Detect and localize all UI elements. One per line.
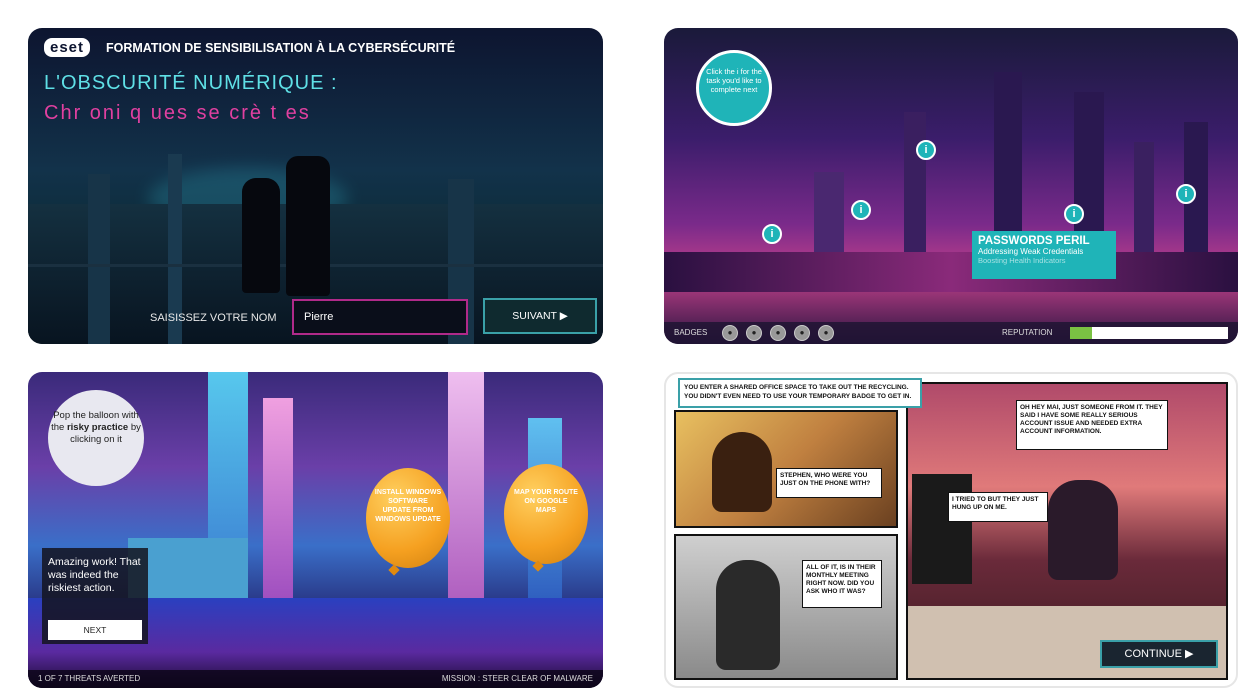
badges-label: BADGES bbox=[674, 328, 708, 337]
course-header: FORMATION DE SENSIBILISATION À LA CYBERS… bbox=[106, 41, 456, 55]
skyscraper bbox=[448, 372, 484, 598]
narration-caption: YOU ENTER A SHARED OFFICE SPACE TO TAKE … bbox=[678, 378, 922, 408]
tip-text-bold: risky practice bbox=[66, 422, 129, 433]
speech-bubble: STEPHEN, WHO WERE YOU JUST ON THE PHONE … bbox=[776, 468, 882, 498]
mission-label: MISSION : STEER CLEAR OF MALWARE bbox=[441, 674, 593, 683]
badge-icon[interactable]: ● bbox=[818, 325, 834, 341]
intro-screen: eset FORMATION DE SENSIBILISATION À LA C… bbox=[28, 28, 603, 344]
waterfront bbox=[664, 252, 1238, 292]
name-input[interactable]: Pierre bbox=[292, 299, 468, 335]
badge-icon[interactable]: ● bbox=[794, 325, 810, 341]
next-button[interactable]: SUIVANT ▶ bbox=[483, 298, 597, 334]
comic-scenario-screen: YOU ENTER A SHARED OFFICE SPACE TO TAKE … bbox=[664, 372, 1238, 688]
character-stephen bbox=[1048, 480, 1118, 580]
reputation-label: REPUTATION bbox=[1002, 328, 1053, 337]
badge-icon[interactable]: ● bbox=[722, 325, 738, 341]
info-icon[interactable]: i bbox=[851, 200, 871, 220]
balloon-windows-update[interactable]: INSTALL WINDOWS SOFTWARE UPDATE FROM WIN… bbox=[366, 468, 450, 568]
reputation-bar bbox=[1070, 327, 1228, 339]
status-bar: BADGES ● ● ● ● ● REPUTATION bbox=[664, 322, 1238, 344]
info-icon[interactable]: i bbox=[1176, 184, 1196, 204]
speech-bubble: OH HEY MAI, JUST SOMEONE FROM IT. THEY S… bbox=[1016, 400, 1168, 450]
silhouette-man bbox=[286, 156, 330, 296]
info-icon[interactable]: i bbox=[762, 224, 782, 244]
next-button[interactable]: NEXT bbox=[48, 620, 142, 640]
task-card-passwords[interactable]: PASSWORDS PERIL Addressing Weak Credenti… bbox=[972, 231, 1116, 279]
status-bar: 1 OF 7 THREATS AVERTED MISSION : STEER C… bbox=[28, 670, 603, 688]
task-card-subtitle: Addressing Weak Credentials bbox=[978, 247, 1084, 256]
balloon-label: INSTALL WINDOWS SOFTWARE UPDATE FROM WIN… bbox=[374, 489, 442, 523]
speech-bubble: ALL OF IT, IS IN THEIR MONTHLY MEETING R… bbox=[802, 560, 882, 608]
task-card-title: PASSWORDS PERIL bbox=[978, 235, 1090, 247]
course-title: L'OBSCURITÉ NUMÉRIQUE : bbox=[44, 72, 338, 94]
balloon-label: MAP YOUR ROUTE ON GOOGLE MAPS bbox=[514, 489, 578, 514]
speech-bubble: I TRIED TO BUT THEY JUST HUNG UP ON ME. bbox=[948, 492, 1048, 522]
balloon-game-screen: Pop the balloon with the risky practice … bbox=[28, 372, 603, 688]
balloon-google-maps[interactable]: MAP YOUR ROUTE ON GOOGLE MAPS bbox=[504, 464, 588, 564]
badge-icon[interactable]: ● bbox=[746, 325, 762, 341]
feedback-message: Amazing work! That was indeed the riskie… bbox=[48, 556, 141, 594]
continue-button[interactable]: CONTINUE ▶ bbox=[1100, 640, 1218, 668]
computer-monitor bbox=[912, 474, 972, 584]
eset-logo: eset bbox=[44, 38, 91, 57]
name-label: SAISISSEZ VOTRE NOM bbox=[150, 312, 277, 324]
info-icon[interactable]: i bbox=[916, 140, 936, 160]
course-subtitle: Chr oni q ues se crè t es bbox=[44, 102, 311, 124]
silhouette-woman bbox=[242, 178, 280, 293]
info-icon[interactable]: i bbox=[1064, 204, 1084, 224]
task-card-subtitle-2: Boosting Health Indicators bbox=[978, 256, 1066, 265]
character-mai bbox=[712, 432, 772, 512]
threat-counter: 1 OF 7 THREATS AVERTED bbox=[38, 674, 141, 683]
task-tip-bubble: Click the i for the task you'd like to c… bbox=[696, 50, 772, 126]
task-map-screen: Click the i for the task you'd like to c… bbox=[664, 28, 1238, 344]
badge-icon[interactable]: ● bbox=[770, 325, 786, 341]
tower bbox=[88, 174, 110, 344]
instruction-bubble: Pop the balloon with the risky practice … bbox=[48, 390, 144, 486]
skyscraper bbox=[263, 398, 293, 598]
reputation-fill bbox=[1070, 327, 1093, 339]
character-mai-bw bbox=[716, 560, 780, 670]
